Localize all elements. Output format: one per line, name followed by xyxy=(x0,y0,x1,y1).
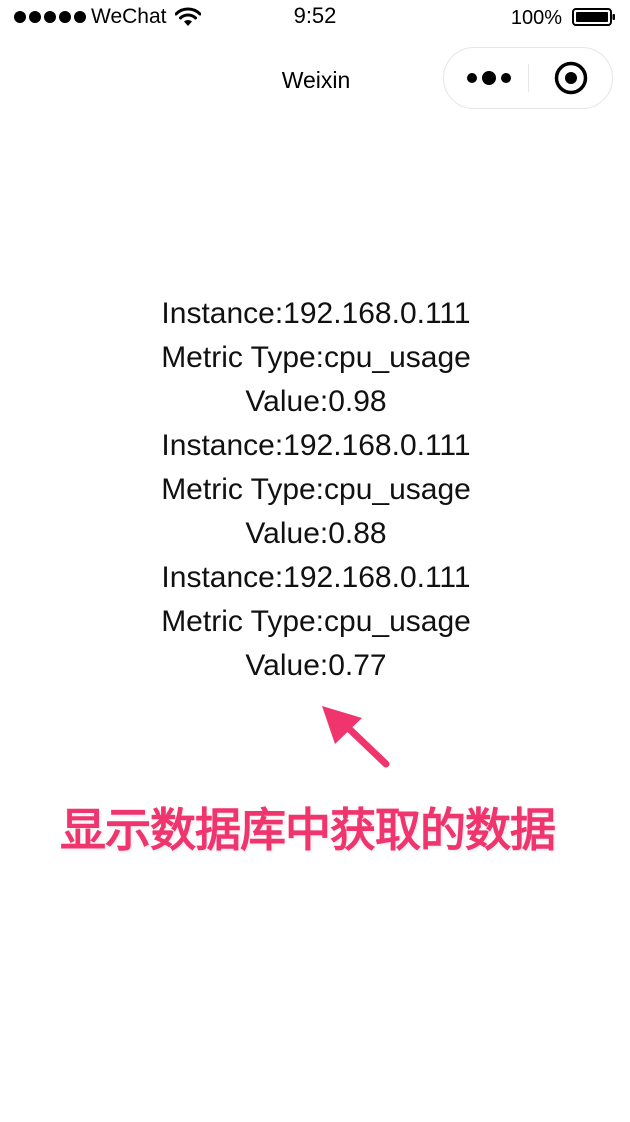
instance-text: Instance:192.168.0.111 xyxy=(161,429,471,462)
value-text: Value:0.77 xyxy=(245,649,387,682)
annotation-caption: 显示数据库中获取的数据 xyxy=(60,803,556,857)
metric-type-text: Metric Type:cpu_usage xyxy=(161,473,471,506)
metric-record: Instance:192.168.0.111 Metric Type:cpu_u… xyxy=(0,424,630,556)
value-text: Value:0.88 xyxy=(245,517,387,550)
metric-record: Instance:192.168.0.111 Metric Type:cpu_u… xyxy=(0,292,630,424)
battery-icon xyxy=(572,8,615,26)
status-bar: WeChat 9:52 100% xyxy=(0,0,630,36)
target-circle-icon[interactable] xyxy=(554,61,588,95)
metric-record: Instance:192.168.0.111 Metric Type:cpu_u… xyxy=(0,556,630,688)
value-text: Value:0.98 xyxy=(245,385,387,418)
instance-text: Instance:192.168.0.111 xyxy=(161,561,471,594)
capsule-divider xyxy=(528,64,529,92)
instance-text: Instance:192.168.0.111 xyxy=(161,297,471,330)
miniprogram-capsule xyxy=(443,47,613,109)
metric-type-text: Metric Type:cpu_usage xyxy=(161,341,471,374)
battery-percent: 100% xyxy=(510,7,562,29)
metrics-list: Instance:192.168.0.111 Metric Type:cpu_u… xyxy=(0,292,630,688)
metric-type-text: Metric Type:cpu_usage xyxy=(161,605,471,638)
more-dots-icon[interactable] xyxy=(465,68,513,88)
annotation-arrow-icon xyxy=(322,706,390,768)
